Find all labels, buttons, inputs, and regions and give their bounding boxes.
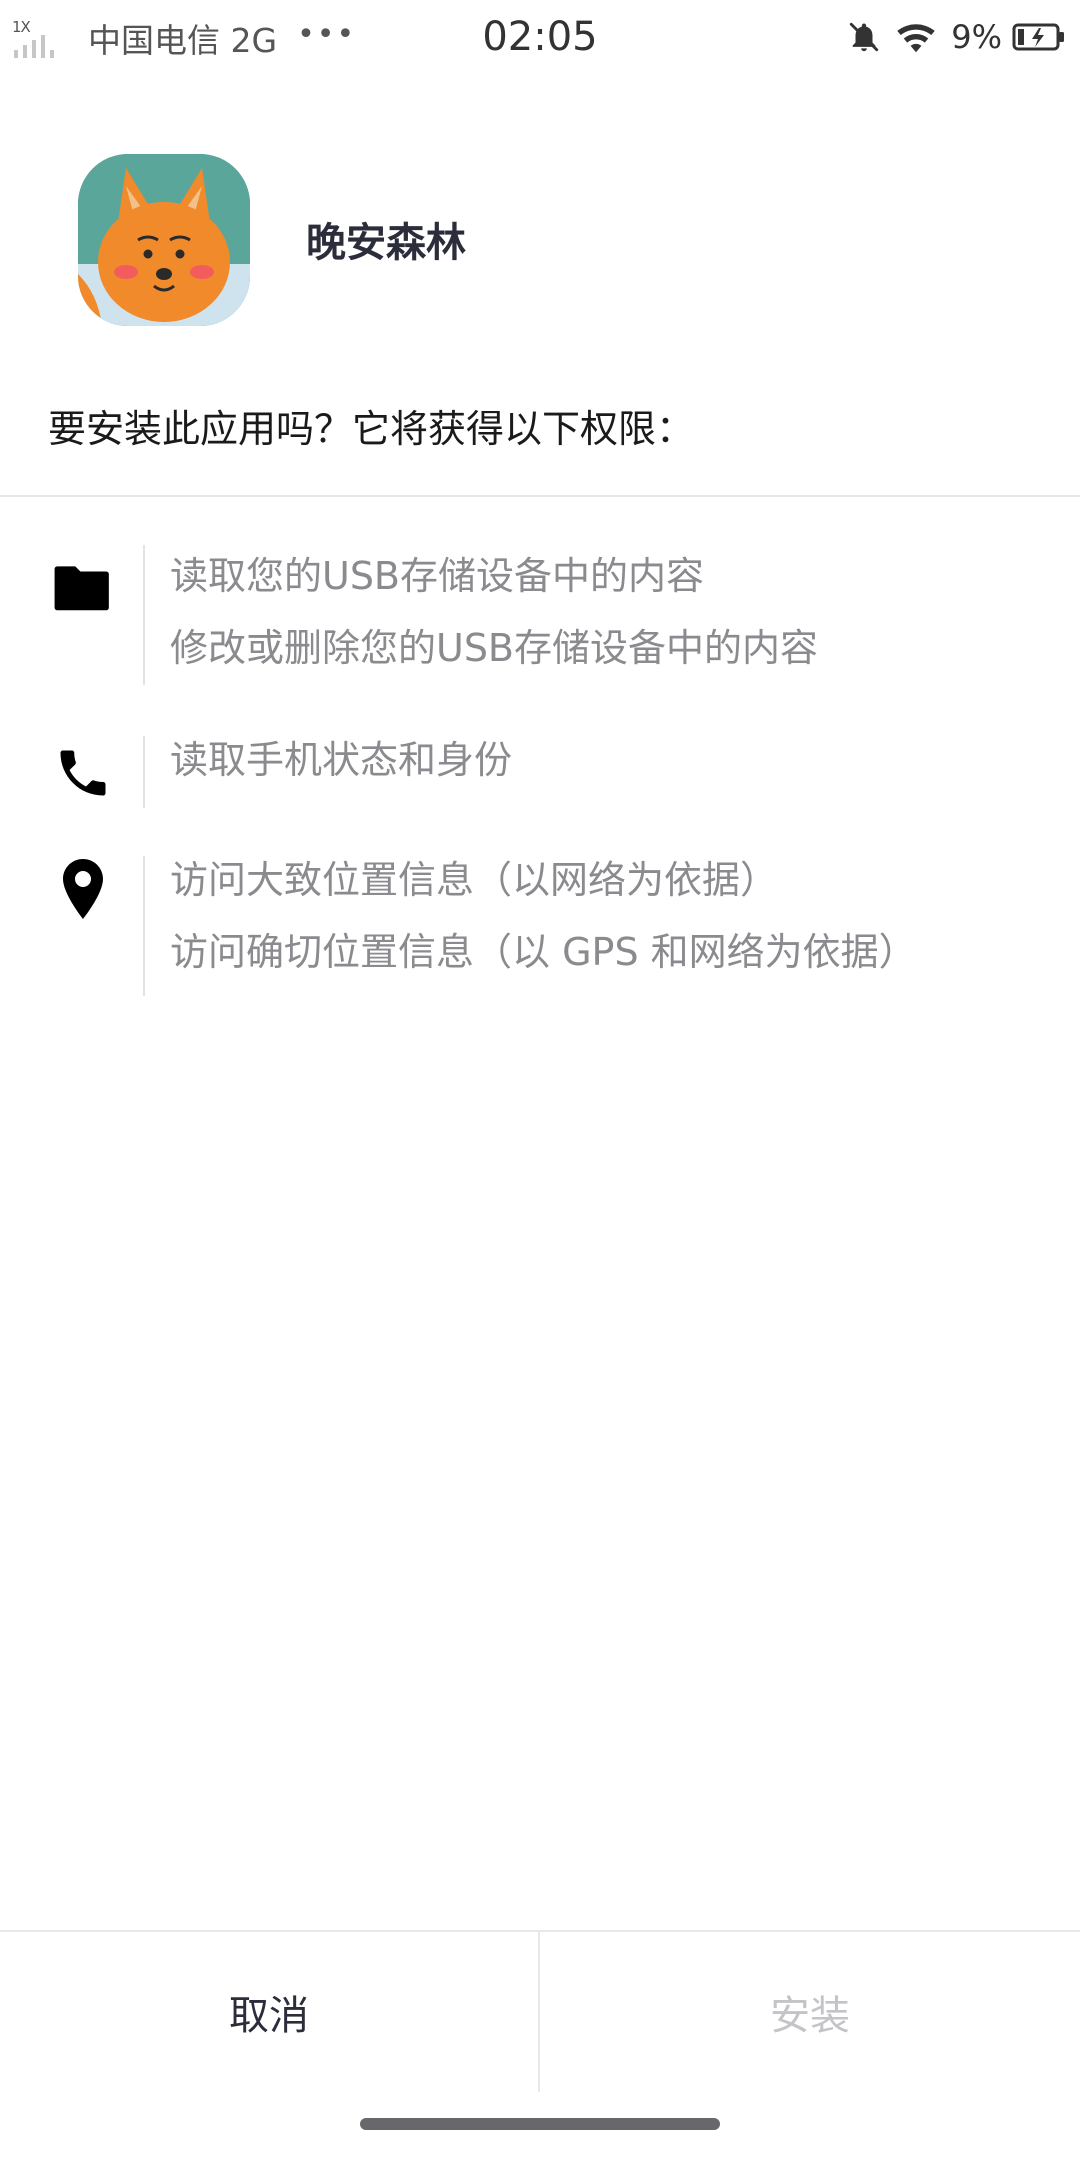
permission-separator [143,736,145,808]
action-bar: 取消 安装 [0,1930,1080,2092]
install-button[interactable]: 安装 [540,1932,1080,2092]
permission-group-location: 访问大致位置信息（以网络为依据） 访问确切位置信息（以 GPS 和网络为依据） [0,844,1080,1004]
install-prompt: 要安装此应用吗？它将获得以下权限： [48,407,695,451]
permission-item: 访问大致位置信息（以网络为依据） [170,858,779,902]
permission-group-storage: 读取您的USB存储设备中的内容 修改或删除您的USB存储设备中的内容 [0,540,1080,690]
permission-item: 读取手机状态和身份 [170,738,513,782]
folder-icon [48,552,118,622]
permission-item: 读取您的USB存储设备中的内容 [170,554,705,598]
fox-app-icon [78,154,250,326]
status-right: 9% [847,18,1066,56]
divider [0,495,1080,497]
cancel-button[interactable]: 取消 [0,1932,538,2092]
app-header: 晚安森林 [0,150,1080,330]
battery-percent: 9% [951,18,1002,56]
app-name: 晚安森林 [306,220,466,266]
wifi-icon [897,24,935,53]
phone-icon [48,738,118,808]
location-pin-icon [48,854,118,924]
status-bar: 1X 中国电信 2G ••• 02:05 9% [0,0,1080,76]
permission-item: 修改或删除您的USB存储设备中的内容 [170,626,819,670]
home-indicator[interactable] [360,2118,720,2130]
mute-bell-icon [850,22,879,52]
battery-charging-icon [1012,23,1064,51]
permission-group-phone: 读取手机状态和身份 [0,724,1080,814]
permission-item: 访问确切位置信息（以 GPS 和网络为依据） [170,930,917,974]
permission-separator [143,856,145,996]
permission-separator [143,545,145,685]
